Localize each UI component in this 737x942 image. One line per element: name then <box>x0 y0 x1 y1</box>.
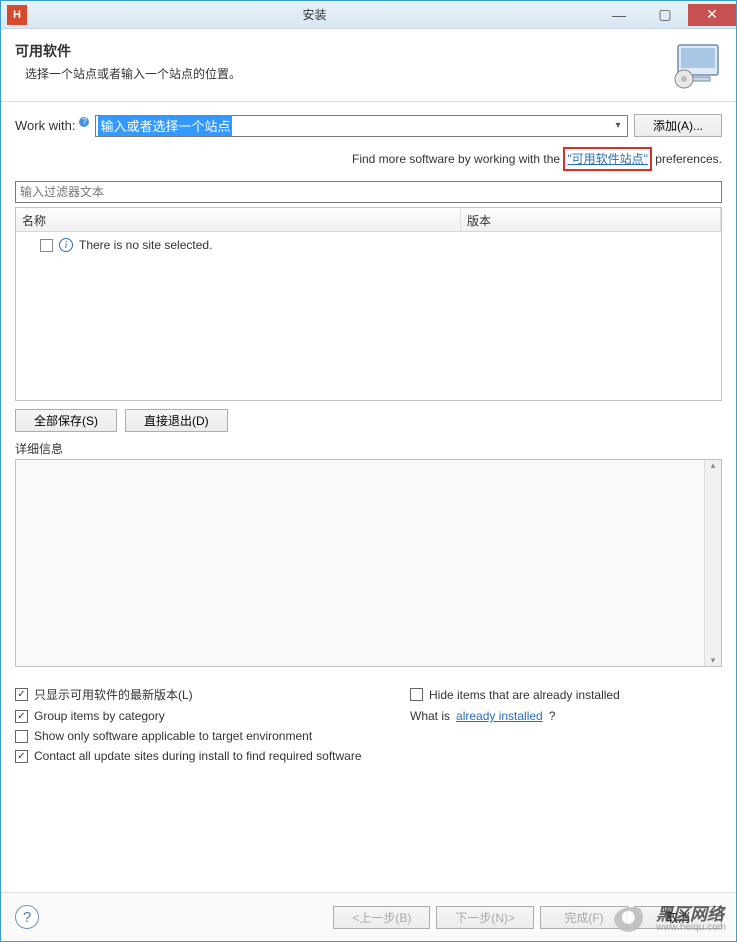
install-icon <box>670 41 722 89</box>
column-name[interactable]: 名称 <box>16 208 461 231</box>
deselect-all-button[interactable]: 直接退出(D) <box>125 409 228 432</box>
wizard-header: 可用软件 选择一个站点或者输入一个站点的位置。 <box>1 29 736 102</box>
add-site-button[interactable]: 添加(A)... <box>634 114 722 137</box>
applicable-label: Show only software applicable to target … <box>34 729 312 743</box>
work-with-label: Work with: <box>15 118 75 133</box>
details-label: 详细信息 <box>15 440 722 457</box>
hide-installed-label: Hide items that are already installed <box>429 688 620 702</box>
finish-button[interactable]: 完成(F) <box>540 906 628 929</box>
help-button[interactable]: ? <box>15 905 39 929</box>
table-row: i There is no site selected. <box>22 236 715 254</box>
back-button[interactable]: <上一步(B) <box>333 906 430 929</box>
what-is-label: What is <box>410 709 450 723</box>
column-version[interactable]: 版本 <box>461 208 721 231</box>
title-bar: H 安装 — ▢ ✕ <box>1 1 736 29</box>
row-checkbox[interactable] <box>40 239 53 252</box>
info-icon: i <box>59 238 73 252</box>
cancel-button[interactable]: 取消 <box>634 906 722 929</box>
hide-installed-checkbox[interactable] <box>410 688 423 701</box>
details-textarea[interactable]: ▴▾ <box>15 459 722 667</box>
group-checkbox[interactable] <box>15 710 28 723</box>
filter-input[interactable] <box>15 181 722 203</box>
wizard-footer: ? <上一步(B) 下一步(N)> 完成(F) 取消 <box>1 892 736 941</box>
contact-label: Contact all update sites during install … <box>34 749 362 763</box>
next-button[interactable]: 下一步(N)> <box>436 906 534 929</box>
highlighted-link: "可用软件站点" <box>563 147 652 171</box>
hint-text: Find more software by working with the "… <box>15 141 722 181</box>
latest-checkbox[interactable] <box>15 688 28 701</box>
available-sites-link[interactable]: "可用软件站点" <box>567 152 648 166</box>
scrollbar[interactable]: ▴▾ <box>704 460 721 666</box>
window-title: 安装 <box>33 6 596 23</box>
latest-label: 只显示可用软件的最新版本(L) <box>34 686 193 703</box>
page-subtitle: 选择一个站点或者输入一个站点的位置。 <box>15 65 670 82</box>
applicable-checkbox[interactable] <box>15 730 28 743</box>
page-title: 可用软件 <box>15 41 670 61</box>
app-icon: H <box>7 5 27 25</box>
help-badge-icon[interactable]: ? <box>79 117 89 127</box>
already-installed-link[interactable]: already installed <box>456 709 543 723</box>
chevron-down-icon: ▾ <box>609 120 627 131</box>
empty-message: There is no site selected. <box>79 238 212 252</box>
site-combo-value: 输入或者选择一个站点 <box>98 115 232 136</box>
group-label: Group items by category <box>34 709 165 723</box>
software-table: 名称 版本 i There is no site selected. <box>15 207 722 401</box>
minimize-button[interactable]: — <box>596 4 642 26</box>
maximize-button[interactable]: ▢ <box>642 4 688 26</box>
select-all-button[interactable]: 全部保存(S) <box>15 409 117 432</box>
site-combo[interactable]: 输入或者选择一个站点 ▾ <box>95 115 628 137</box>
contact-checkbox[interactable] <box>15 750 28 763</box>
close-button[interactable]: ✕ <box>688 4 736 26</box>
